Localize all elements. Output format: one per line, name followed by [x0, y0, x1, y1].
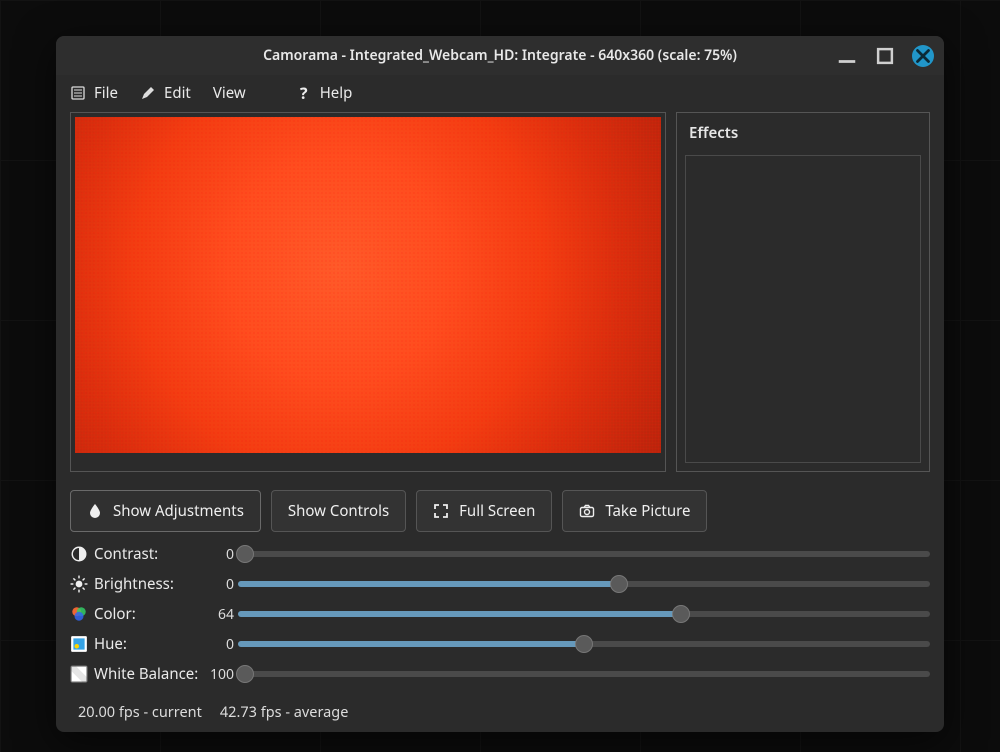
hue-slider[interactable]	[238, 641, 930, 647]
white-balance-row: White Balance: 100	[70, 662, 930, 686]
statusbar: 20.00 fps - current 42.73 fps - average	[70, 698, 930, 722]
effects-panel: Effects	[676, 112, 930, 472]
adjustment-sliders: Contrast: 0 Brightness: 0 Color:	[70, 542, 930, 686]
brightness-icon	[70, 575, 88, 593]
minimize-button[interactable]	[836, 45, 858, 67]
contrast-label: Contrast:	[94, 544, 204, 564]
color-row: Color: 64	[70, 602, 930, 626]
color-value: 64	[204, 605, 238, 624]
white-balance-icon	[70, 665, 88, 683]
maximize-button[interactable]	[874, 45, 896, 67]
full-screen-label: Full Screen	[459, 501, 535, 521]
menu-view-label: View	[213, 83, 246, 103]
brightness-value: 0	[204, 575, 238, 594]
menu-view[interactable]: View	[213, 83, 246, 103]
status-current-fps: 20.00 fps - current	[78, 702, 202, 722]
contrast-slider[interactable]	[238, 551, 930, 557]
toolbar: Show Adjustments Show Controls Full Scre…	[70, 490, 930, 532]
white-balance-value: 100	[204, 665, 238, 684]
show-controls-button[interactable]: Show Controls	[271, 490, 406, 532]
show-adjustments-label: Show Adjustments	[113, 501, 244, 521]
color-slider[interactable]	[238, 611, 930, 617]
maximize-icon	[874, 45, 896, 67]
hue-label: Hue:	[94, 634, 204, 654]
contrast-value: 0	[204, 545, 238, 564]
menu-file-label: File	[94, 83, 118, 103]
effects-list[interactable]	[685, 155, 921, 463]
brightness-label: Brightness:	[94, 574, 204, 594]
window-title: Camorama - Integrated_Webcam_HD: Integra…	[56, 46, 944, 65]
brightness-slider[interactable]	[238, 581, 930, 587]
brightness-fill	[238, 581, 619, 587]
color-icon	[70, 605, 88, 623]
menu-file[interactable]: File	[70, 83, 118, 103]
menu-help-label: Help	[320, 83, 353, 103]
white-balance-label: White Balance:	[94, 664, 204, 684]
hue-thumb[interactable]	[575, 635, 593, 653]
titlebar[interactable]: Camorama - Integrated_Webcam_HD: Integra…	[56, 36, 944, 75]
hue-fill	[238, 641, 584, 647]
preview-noise-overlay	[75, 117, 661, 453]
brightness-row: Brightness: 0	[70, 572, 930, 596]
full-screen-button[interactable]: Full Screen	[416, 490, 552, 532]
edit-icon	[140, 85, 156, 101]
content-area: Effects Show Adjustments Show Controls F…	[56, 112, 944, 732]
effects-title: Effects	[677, 113, 929, 143]
contrast-row: Contrast: 0	[70, 542, 930, 566]
show-controls-label: Show Controls	[288, 501, 389, 521]
hue-row: Hue: 0	[70, 632, 930, 656]
take-picture-label: Take Picture	[605, 501, 690, 521]
hue-value: 0	[204, 635, 238, 654]
drop-icon	[87, 503, 103, 519]
menu-edit[interactable]: Edit	[140, 83, 191, 103]
menu-help[interactable]: ? Help	[296, 83, 353, 103]
file-icon	[70, 85, 86, 101]
take-picture-button[interactable]: Take Picture	[562, 490, 707, 532]
color-fill	[238, 611, 681, 617]
close-icon	[912, 45, 934, 67]
show-adjustments-button[interactable]: Show Adjustments	[70, 490, 261, 532]
preview-frame	[70, 112, 666, 472]
menu-edit-label: Edit	[164, 83, 191, 103]
contrast-icon	[70, 545, 88, 563]
minimize-icon	[836, 45, 858, 67]
close-button[interactable]	[912, 45, 934, 67]
menubar: File Edit View ? Help	[56, 75, 944, 112]
window-controls	[836, 36, 934, 76]
color-thumb[interactable]	[672, 605, 690, 623]
status-average-fps: 42.73 fps - average	[220, 702, 349, 722]
camera-icon	[579, 503, 595, 519]
color-label: Color:	[94, 604, 204, 624]
brightness-thumb[interactable]	[610, 575, 628, 593]
hue-icon	[70, 635, 88, 653]
white-balance-thumb[interactable]	[236, 665, 254, 683]
webcam-preview	[75, 117, 661, 453]
white-balance-slider[interactable]	[238, 671, 930, 677]
help-icon: ?	[296, 85, 312, 101]
contrast-thumb[interactable]	[236, 545, 254, 563]
fullscreen-icon	[433, 503, 449, 519]
app-window: Camorama - Integrated_Webcam_HD: Integra…	[56, 36, 944, 732]
